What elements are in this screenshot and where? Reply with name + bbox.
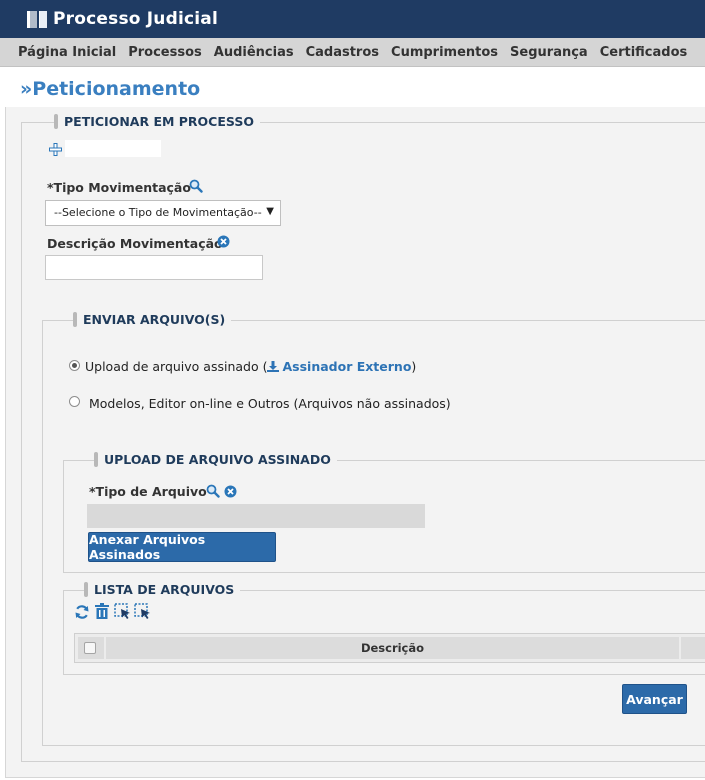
extra-column-header bbox=[681, 637, 705, 659]
upload-legend: UPLOAD DE ARQUIVO ASSINADO bbox=[94, 452, 337, 467]
peticionamento-panel: PETICIONAR EM PROCESSO *Tipo Movimentaçã… bbox=[5, 107, 705, 778]
legend-handle bbox=[94, 452, 98, 467]
enviar-legend: ENVIAR ARQUIVO(S) bbox=[73, 312, 232, 327]
menu-item-seguranca[interactable]: Segurança bbox=[510, 45, 588, 60]
tipo-movimentacao-label: *Tipo Movimentação bbox=[47, 180, 191, 195]
lista-legend: LISTA DE ARQUIVOS bbox=[84, 582, 241, 597]
descricao-movimentacao-label: Descrição Movimentação bbox=[47, 236, 223, 251]
dropdown-arrow-icon: ▼ bbox=[266, 206, 274, 217]
tipo-movimentacao-select[interactable]: --Selecione o Tipo de Movimentação-- ▼ bbox=[45, 200, 281, 226]
avancar-button[interactable]: Avançar bbox=[622, 684, 687, 714]
app-title: Processo Judicial bbox=[53, 9, 218, 29]
clear-icon[interactable] bbox=[217, 235, 230, 248]
peticionar-legend: PETICIONAR EM PROCESSO bbox=[54, 114, 260, 129]
menu-item-cumprimentos[interactable]: Cumprimentos bbox=[391, 45, 498, 60]
processo-field[interactable] bbox=[65, 140, 161, 157]
plus-icon[interactable] bbox=[49, 143, 62, 156]
search-icon[interactable] bbox=[206, 484, 220, 498]
anexar-arquivos-button[interactable]: Anexar Arquivos Assinados bbox=[88, 532, 276, 562]
download-icon bbox=[267, 361, 280, 372]
upload-legend-text: UPLOAD DE ARQUIVO ASSINADO bbox=[104, 452, 331, 467]
page-title: »Peticionamento bbox=[20, 78, 201, 100]
descricao-column-header[interactable]: Descrição bbox=[106, 637, 679, 659]
modelos-editor-option[interactable]: Modelos, Editor on-line e Outros (Arquiv… bbox=[89, 396, 451, 411]
peticionar-legend-text: PETICIONAR EM PROCESSO bbox=[64, 114, 254, 129]
refresh-icon[interactable] bbox=[74, 604, 90, 620]
clear-icon[interactable] bbox=[224, 485, 237, 498]
menu-item-pagina-inicial[interactable]: Página Inicial bbox=[18, 45, 116, 60]
menu-item-certificados[interactable]: Certificados bbox=[600, 45, 688, 60]
modelos-editor-radio[interactable] bbox=[69, 396, 80, 407]
descricao-movimentacao-input[interactable] bbox=[45, 255, 263, 280]
upload-assinado-option[interactable]: Upload de arquivo assinado ( Assinador E… bbox=[85, 359, 416, 374]
menu-item-cadastros[interactable]: Cadastros bbox=[306, 45, 379, 60]
upload-assinado-radio[interactable] bbox=[69, 360, 80, 371]
tipo-movimentacao-selected: --Selecione o Tipo de Movimentação-- bbox=[54, 206, 262, 219]
legend-handle bbox=[73, 312, 77, 327]
legend-handle bbox=[54, 114, 58, 129]
select-all-icon[interactable] bbox=[114, 603, 131, 620]
menu-item-processos[interactable]: Processos bbox=[128, 45, 202, 60]
assinador-externo-link[interactable]: Assinador Externo bbox=[282, 359, 411, 374]
upload-assinado-suffix: ) bbox=[411, 359, 417, 374]
search-icon[interactable] bbox=[189, 179, 203, 193]
header-bar: Processo Judicial bbox=[0, 0, 705, 38]
tipo-arquivo-field[interactable] bbox=[87, 504, 425, 528]
select-all-checkbox[interactable] bbox=[84, 642, 96, 654]
main-menu: Página Inicial Processos Audiências Cada… bbox=[0, 38, 705, 67]
menu-item-audiencias[interactable]: Audiências bbox=[214, 45, 294, 60]
brand[interactable]: Processo Judicial bbox=[26, 8, 218, 30]
deselect-icon[interactable] bbox=[134, 603, 151, 620]
enviar-legend-text: ENVIAR ARQUIVO(S) bbox=[83, 312, 226, 327]
trash-icon[interactable] bbox=[94, 603, 110, 620]
lista-legend-text: LISTA DE ARQUIVOS bbox=[94, 582, 235, 597]
descricao-column-label: Descrição bbox=[360, 641, 425, 655]
tipo-arquivo-label: *Tipo de Arquivo bbox=[89, 484, 207, 499]
upload-assinado-label: Upload de arquivo assinado ( bbox=[85, 359, 268, 374]
legend-handle bbox=[84, 582, 88, 597]
book-icon bbox=[27, 10, 47, 29]
